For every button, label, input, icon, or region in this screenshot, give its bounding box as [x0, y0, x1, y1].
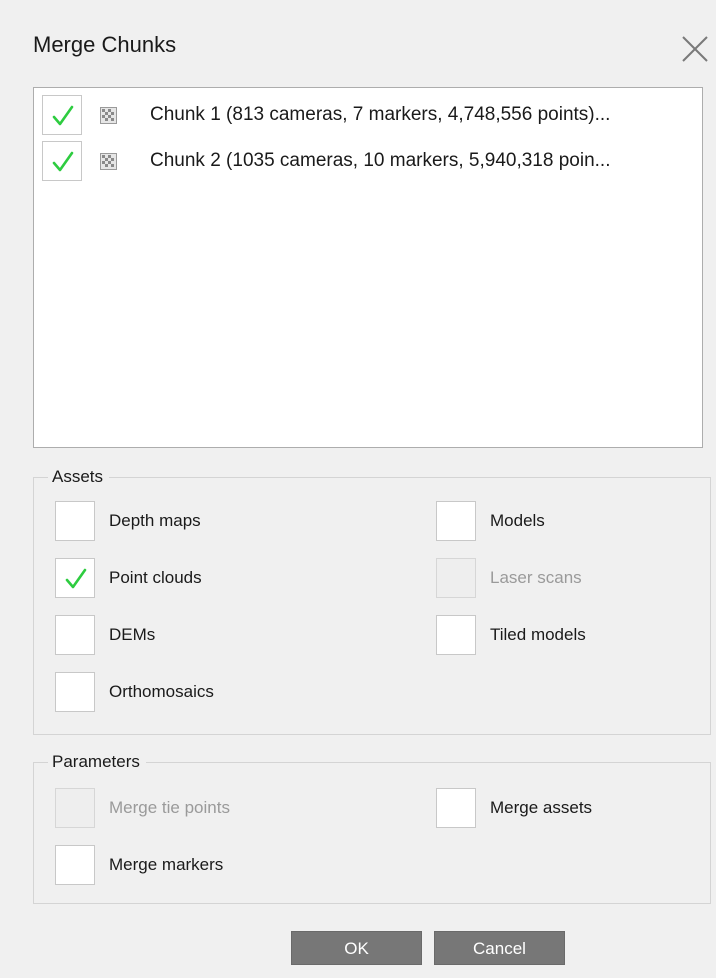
point-clouds-checkbox[interactable]: [55, 558, 95, 598]
chunk-label: Chunk 2 (1035 cameras, 10 markers, 5,940…: [150, 150, 611, 171]
tiled-models-checkbox[interactable]: [436, 615, 476, 655]
dems-label: DEMs: [109, 625, 156, 644]
depth-maps-label: Depth maps: [109, 511, 201, 530]
chunk-label: Chunk 1 (813 cameras, 7 markers, 4,748,5…: [150, 104, 611, 125]
chunk-list[interactable]: Chunk 1 (813 cameras, 7 markers, 4,748,5…: [33, 87, 703, 448]
merge-markers-checkbox[interactable]: [55, 845, 95, 885]
merge-tie-points-checkbox: [55, 788, 95, 828]
chunk-1-checkbox[interactable]: [42, 95, 82, 135]
chunk-2-checkbox[interactable]: [42, 141, 82, 181]
page-title: Merge Chunks: [33, 32, 177, 57]
merge-assets-checkbox[interactable]: [436, 788, 476, 828]
laser-scans-label: Laser scans: [490, 568, 582, 587]
close-button[interactable]: [680, 34, 710, 64]
check-icon: [52, 105, 74, 126]
models-label: Models: [490, 511, 545, 530]
merge-tie-points-label: Merge tie points: [109, 798, 230, 817]
parameters-group: Parameters Merge tie points Merge assets…: [33, 752, 711, 904]
list-item-chunk-1[interactable]: Chunk 1 (813 cameras, 7 markers, 4,748,5…: [42, 95, 697, 135]
assets-group-title: Assets: [48, 467, 110, 487]
ok-button[interactable]: OK: [291, 931, 422, 965]
list-item-chunk-2[interactable]: Chunk 2 (1035 cameras, 10 markers, 5,940…: [42, 141, 697, 181]
orthomosaics-checkbox[interactable]: [55, 672, 95, 712]
point-clouds-label: Point clouds: [109, 568, 202, 587]
check-icon: [52, 151, 74, 172]
chunk-icon: [100, 107, 117, 124]
laser-scans-checkbox: [436, 558, 476, 598]
chunk-icon: [100, 153, 117, 170]
depth-maps-checkbox[interactable]: [55, 501, 95, 541]
merge-assets-label: Merge assets: [490, 798, 593, 817]
tiled-models-label: Tiled models: [490, 625, 586, 644]
models-checkbox[interactable]: [436, 501, 476, 541]
close-icon: [682, 36, 708, 62]
parameters-group-title: Parameters: [48, 752, 146, 772]
check-icon: [65, 568, 87, 589]
assets-group: Assets Depth maps Models Point clouds La…: [33, 467, 711, 735]
dems-checkbox[interactable]: [55, 615, 95, 655]
merge-markers-label: Merge markers: [109, 855, 224, 874]
cancel-button[interactable]: Cancel: [434, 931, 565, 965]
orthomosaics-label: Orthomosaics: [109, 682, 214, 701]
